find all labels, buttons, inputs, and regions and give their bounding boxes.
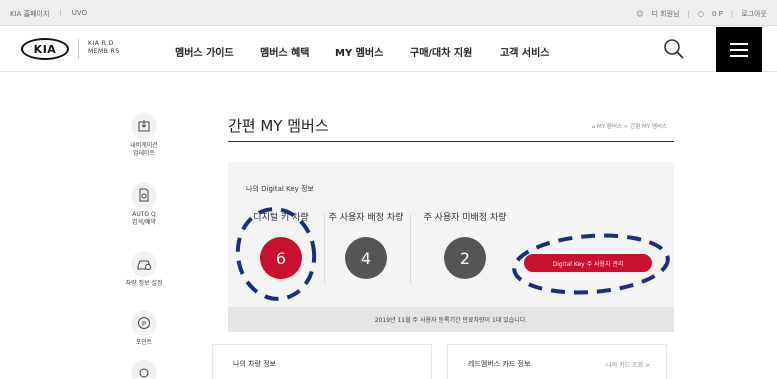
utility-bar: KIA 홈페이지 | UVO ☺ 디 회원님 | ○ 0 P | 로그아웃	[0, 0, 777, 26]
divider	[410, 214, 411, 284]
expiry-notice: 2019년 11월 주 사용자 등록기간 만료차량이 1대 있습니다.	[228, 307, 674, 332]
sidebar-item-points[interactable]: P 포인트	[114, 310, 174, 347]
page-title: 간편 MY 멤버스	[228, 117, 329, 135]
sidebar-item-label: 업데이트	[132, 150, 156, 157]
members-logo[interactable]: KIA R D MEMB RS	[88, 40, 120, 56]
nav-item-purchase-support[interactable]: 구매/대차 지원	[410, 44, 500, 59]
user-links: ☺ 디 회원님 | ○ 0 P | 로그아웃	[636, 9, 767, 19]
manage-main-user-button[interactable]: Digital Key 주 사용자 관리	[524, 254, 652, 272]
home-icon[interactable]: ⌂	[592, 124, 596, 130]
navigation-update-icon	[131, 113, 157, 139]
stat-unassigned-cars[interactable]: 주 사용자 미배정 차량 2	[415, 210, 515, 279]
logout-link[interactable]: 로그아웃	[741, 9, 767, 19]
digital-key-section-title: 나의 Digital Key 정보	[246, 185, 314, 193]
separator: |	[730, 10, 734, 18]
kia-home-link[interactable]: KIA 홈페이지	[10, 9, 49, 19]
kia-logo[interactable]: KIA	[21, 38, 69, 60]
nav-item-guide[interactable]: 멤버스 가이드	[175, 44, 260, 59]
stat-count-badge[interactable]: 2	[444, 237, 486, 279]
kia-logo-text: KIA	[33, 42, 57, 56]
sidebar-item-label: 내비게이션	[130, 142, 158, 149]
red-card-info-box: 레드멤버스 카드 정보 나의 카드 조회 >	[447, 344, 667, 379]
stat-digital-key-cars[interactable]: 디지털 키 차량 6	[240, 210, 322, 279]
my-car-info-box: 나의 차량 정보	[212, 344, 432, 379]
my-car-info-title: 나의 차량 정보	[233, 360, 277, 368]
stat-label: 주 사용자 미배정 차량	[423, 213, 507, 223]
nav-item-customer-service[interactable]: 고객 서비스	[500, 44, 580, 59]
user-icon: ☺	[636, 10, 644, 18]
svg-text:P: P	[142, 320, 146, 328]
points-icon: P	[131, 310, 157, 336]
main-header: KIA KIA R D MEMB RS 멤버스 가이드 멤버스 혜택 MY 멤버…	[0, 27, 777, 72]
separator: |	[59, 9, 62, 17]
logo-divider	[78, 39, 79, 59]
separator: |	[687, 10, 690, 18]
menu-line	[730, 54, 748, 57]
hamburger-menu-button[interactable]	[716, 27, 762, 72]
points-icon: ○	[697, 10, 704, 18]
sidebar-item-navigation-update[interactable]: 내비게이션 업데이트	[114, 113, 174, 158]
members-logo-line1: KIA R D	[88, 40, 114, 47]
sidebar-item-label: 차량 정보 설정	[125, 280, 163, 287]
members-logo-line2: MEMB RS	[88, 48, 120, 55]
more-icon	[131, 360, 157, 379]
search-icon[interactable]	[663, 38, 685, 60]
title-divider	[228, 141, 674, 142]
main-nav: 멤버스 가이드 멤버스 혜택 MY 멤버스 구매/대차 지원 고객 서비스	[175, 44, 580, 59]
sidebar-item-more[interactable]	[114, 360, 174, 379]
breadcrumb: ⌂ MY 멤버스 > 간편 MY 멤버스	[592, 122, 667, 130]
digital-key-panel: 나의 Digital Key 정보 디지털 키 차량 6 주 사용자 배정 차량…	[228, 162, 674, 332]
car-settings-icon	[131, 251, 157, 277]
menu-line	[730, 48, 748, 51]
stat-count-badge[interactable]: 4	[345, 237, 387, 279]
sidebar-item-car-settings[interactable]: 차량 정보 설정	[114, 251, 174, 288]
sidebar-item-label: 검색/예약	[131, 219, 157, 226]
sidebar-item-label: 포인트	[135, 339, 153, 346]
nav-item-benefits[interactable]: 멤버스 혜택	[260, 44, 335, 59]
sidebar-item-auto-q[interactable]: AUTO Q 검색/예약	[114, 182, 174, 227]
points-value[interactable]: 0 P	[712, 10, 723, 18]
menu-line	[730, 42, 748, 45]
uvo-link[interactable]: UVO	[72, 9, 87, 19]
red-card-info-title: 레드멤버스 카드 정보	[468, 360, 531, 368]
auto-q-icon	[131, 182, 157, 208]
nav-item-my-members[interactable]: MY 멤버스	[335, 44, 410, 59]
sidebar-item-label: AUTO Q	[132, 211, 156, 218]
stat-label: 디지털 키 차량	[253, 213, 309, 223]
my-card-lookup-link[interactable]: 나의 카드 조회 >	[606, 360, 650, 369]
stat-assigned-cars[interactable]: 주 사용자 배정 차량 4	[320, 210, 412, 279]
utility-links: KIA 홈페이지 | UVO	[10, 9, 87, 19]
stat-count-badge[interactable]: 6	[260, 237, 302, 279]
stat-label: 주 사용자 배정 차량	[328, 213, 404, 223]
user-name[interactable]: 디 회원님	[652, 9, 680, 19]
breadcrumb-path[interactable]: MY 멤버스 > 간편 MY 멤버스	[597, 124, 667, 130]
